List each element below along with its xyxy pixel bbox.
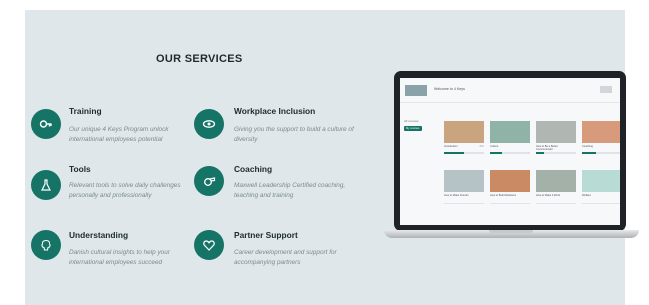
app-title: Welcome to 4 Keys [434, 87, 465, 91]
course-thumbnail [536, 121, 576, 143]
course-card[interactable]: How to Make It Work [536, 170, 576, 204]
course-progress-bar [444, 152, 484, 154]
service-title: Coaching [234, 164, 273, 174]
course-progress-bar [490, 201, 530, 204]
my-courses-button[interactable]: My courses [404, 126, 422, 131]
course-card[interactable]: How to Make Friends [444, 170, 484, 204]
course-thumbnail [444, 170, 484, 192]
whistle-icon [194, 166, 224, 196]
flask-icon [31, 170, 61, 200]
laptop-screen: Welcome to 4 Keys All courses My courses… [400, 78, 620, 225]
service-desc: Danish cultural insights to help your in… [69, 249, 170, 266]
laptop-mockup: Welcome to 4 Keys All courses My courses… [384, 71, 639, 246]
service-desc: Giving you the support to build a cultur… [234, 126, 354, 143]
laptop-screen-frame: Welcome to 4 Keys All courses My courses… [394, 71, 626, 231]
course-card[interactable]: Introduction 45% [444, 121, 484, 155]
service-title: Partner Support [234, 230, 298, 240]
service-desc: Maxwell Leadership Certified coaching, t… [234, 182, 346, 199]
section-title: OUR SERVICES [156, 53, 243, 65]
course-card[interactable]: How to Build Relations [490, 170, 530, 204]
service-desc: Our unique 4 Keys Program unlock interna… [69, 126, 169, 143]
course-title: Welfare [582, 194, 591, 197]
course-card[interactable]: How to Be a Better Communicator [536, 121, 576, 155]
course-title: How to Be a Better Communicator [536, 145, 558, 151]
app-header: Welcome to 4 Keys [400, 78, 620, 103]
course-title: How to Make Friends [444, 194, 469, 197]
heart-icon [194, 230, 224, 260]
course-thumbnail [490, 170, 530, 192]
course-thumbnail [536, 170, 576, 192]
user-avatar[interactable] [600, 86, 612, 93]
course-thumbnail [582, 170, 620, 192]
laptop-notch [489, 230, 533, 233]
course-progress-bar [536, 201, 576, 204]
eye-icon [194, 109, 224, 139]
service-title: Tools [69, 164, 91, 174]
course-title: Introduction [444, 145, 458, 148]
course-progress-bar [536, 152, 576, 154]
course-progress-bar [490, 152, 530, 154]
course-progress-bar [582, 152, 620, 154]
course-card[interactable]: Culture [490, 121, 530, 155]
course-thumbnail [582, 121, 620, 143]
brain-icon [31, 230, 61, 260]
sidebar-label[interactable]: All courses [404, 119, 419, 123]
service-title: Workplace Inclusion [234, 106, 316, 116]
service-title: Understanding [69, 230, 129, 240]
course-title: Culture [490, 145, 499, 148]
course-meta: 45% [479, 145, 484, 148]
key-icon [31, 109, 61, 139]
course-progress-bar [444, 201, 484, 204]
course-progress-bar [582, 201, 620, 204]
service-desc: Relevant tools to solve daily challenges… [69, 182, 181, 199]
service-desc: Career development and support for accom… [234, 249, 337, 266]
service-title: Training [69, 106, 102, 116]
course-thumbnail [444, 121, 484, 143]
app-logo [405, 85, 427, 96]
course-title: Coaching [582, 145, 593, 148]
course-card[interactable]: Coaching [582, 121, 620, 155]
course-thumbnail [490, 121, 530, 143]
course-title: How to Build Relations [490, 194, 517, 197]
course-card[interactable]: Welfare [582, 170, 620, 204]
course-title: How to Make It Work [536, 194, 561, 197]
